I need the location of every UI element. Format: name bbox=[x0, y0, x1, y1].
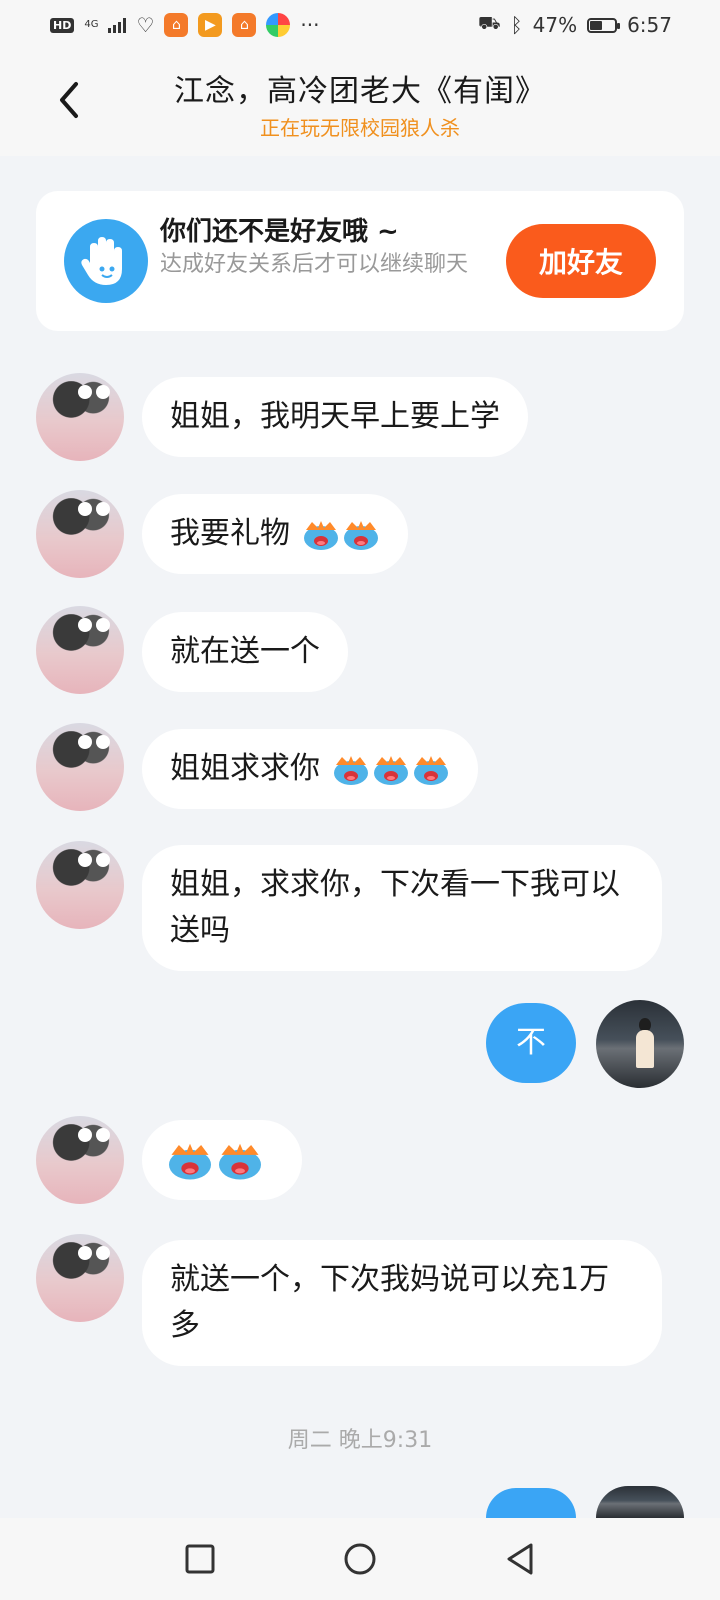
network-type: 4G bbox=[84, 19, 99, 30]
color-wheel-app-icon bbox=[266, 13, 291, 37]
message-bubble[interactable]: 姐姐，求求你，下次看一下我可以送吗 bbox=[142, 845, 662, 971]
message-bubble[interactable]: 我要礼物 bbox=[142, 494, 408, 574]
my-avatar[interactable] bbox=[596, 1000, 684, 1088]
add-friend-card: 你们还不是好友哦 ~ 达成好友关系后才可以继续聊天 加好友 bbox=[36, 191, 684, 331]
triangle-back-icon bbox=[507, 1543, 533, 1575]
crying-emoji-icon bbox=[333, 755, 368, 785]
message-text: 不 bbox=[516, 1025, 546, 1060]
my-message-bubble-partial[interactable] bbox=[486, 1488, 576, 1518]
square-icon bbox=[185, 1544, 215, 1574]
message-bubble[interactable]: 就送一个，下次我妈说可以充1万多 bbox=[142, 1240, 662, 1366]
message-text: 姐姐，我明天早上要上学 bbox=[170, 399, 500, 434]
clock: 6:57 bbox=[627, 13, 672, 37]
circle-icon bbox=[344, 1543, 376, 1575]
message-text: 姐姐，求求你，下次看一下我可以送吗 bbox=[170, 867, 620, 948]
more-notifications-icon: ··· bbox=[300, 13, 320, 37]
add-friend-button[interactable]: 加好友 bbox=[506, 224, 656, 298]
message-bubble[interactable]: 就在送一个 bbox=[142, 612, 348, 692]
contact-avatar[interactable] bbox=[36, 373, 124, 461]
timestamp-divider: 周二 晚上9:31 bbox=[287, 1428, 433, 1453]
crying-emoji-icon bbox=[373, 755, 408, 785]
status-bar: HD 4G ♡ ⌂ ▶ ⌂ ··· ⛟ ᛒ 47% 6:57 bbox=[0, 0, 720, 50]
home-button[interactable] bbox=[340, 1539, 380, 1579]
video-app-icon: ▶ bbox=[198, 13, 223, 37]
back-nav-button[interactable] bbox=[500, 1539, 540, 1579]
crying-emoji-icon bbox=[303, 520, 338, 550]
chat-header: 江念，高冷团老大《有闺》 正在玩无限校园狼人杀 bbox=[0, 50, 720, 156]
contact-avatar[interactable] bbox=[36, 723, 124, 811]
message-bubble[interactable]: 姐姐，我明天早上要上学 bbox=[142, 377, 528, 457]
recents-button[interactable] bbox=[180, 1539, 220, 1579]
crying-emoji-icon bbox=[219, 1143, 261, 1180]
heart-pulse-icon: ♡ bbox=[136, 13, 155, 37]
battery-percent: 47% bbox=[532, 13, 578, 37]
contact-avatar[interactable] bbox=[36, 490, 124, 578]
system-nav-bar bbox=[0, 1518, 720, 1600]
signal-icon bbox=[108, 17, 127, 33]
message-bubble[interactable]: 姐姐求求你 bbox=[142, 729, 478, 809]
message-text: 就送一个，下次我妈说可以充1万多 bbox=[170, 1262, 610, 1343]
crying-emoji-icon bbox=[169, 1143, 211, 1180]
crying-emoji-icon bbox=[343, 520, 378, 550]
contact-avatar[interactable] bbox=[36, 1234, 124, 1322]
waving-hand-icon bbox=[64, 219, 148, 303]
message-text: 姐姐求求你 bbox=[170, 751, 320, 786]
message-text: 我要礼物 bbox=[170, 516, 290, 551]
message-bubble[interactable] bbox=[142, 1120, 302, 1200]
crying-emoji-icon bbox=[413, 755, 448, 785]
vpn-icon: ⛟ bbox=[477, 13, 501, 34]
contact-avatar[interactable] bbox=[36, 1116, 124, 1204]
app-notification-icon-2: ⌂ bbox=[232, 13, 257, 37]
chat-subtitle: 正在玩无限校园狼人杀 bbox=[260, 116, 460, 140]
my-avatar[interactable] bbox=[596, 1486, 684, 1518]
battery-icon bbox=[587, 17, 621, 33]
app-notification-icon: ⌂ bbox=[164, 13, 189, 37]
chat-title[interactable]: 江念，高冷团老大《有闺》 bbox=[0, 66, 720, 110]
card-description: 达成好友关系后才可以继续聊天 bbox=[160, 252, 469, 277]
message-text: 就在送一个 bbox=[170, 634, 320, 669]
contact-avatar[interactable] bbox=[36, 606, 124, 694]
card-title: 你们还不是好友哦 ~ bbox=[160, 217, 399, 247]
bluetooth-icon: ᛒ bbox=[510, 13, 523, 37]
contact-avatar[interactable] bbox=[36, 841, 124, 929]
my-message-bubble[interactable]: 不 bbox=[486, 1003, 576, 1083]
hd-icon: HD bbox=[50, 17, 75, 33]
